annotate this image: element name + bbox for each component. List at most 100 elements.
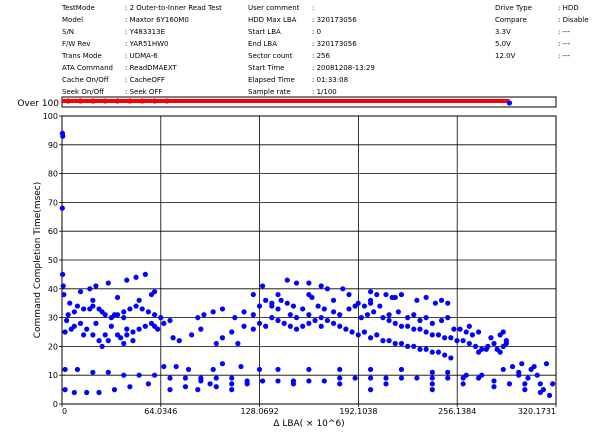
data-point [102,332,108,338]
data-point [213,340,219,347]
data-point [417,317,423,324]
y-tick-label: 0 [53,400,58,409]
data-point [485,343,491,349]
data-point [102,312,108,318]
data-point [90,303,96,309]
data-point [127,384,133,390]
data-point [346,291,352,298]
data-point [84,326,90,332]
data-point [133,303,139,309]
data-point [460,338,466,344]
y-tick-label: 60 [48,227,58,236]
data-point [519,361,525,367]
data-point [550,381,556,387]
y-tick-label: 40 [48,285,58,294]
data-point [182,384,189,390]
data-point [405,315,411,321]
data-point [358,315,364,321]
data-point [392,320,398,326]
x-tick-label: 320.1731 [518,407,556,416]
data-point [108,323,114,329]
over-100-point [151,98,158,104]
data-point [170,335,176,341]
data-point [380,315,386,321]
data-point [479,372,485,378]
data-point [229,381,235,387]
data-point [528,366,534,373]
data-point [330,320,337,326]
data-point [263,323,269,329]
data-point [60,283,66,289]
data-point [321,306,327,312]
data-point [414,375,420,381]
data-point [321,378,327,384]
data-point [60,271,66,277]
data-point [534,372,540,378]
data-point [306,320,312,326]
data-point [355,332,361,338]
data-point [398,323,405,329]
data-point [105,280,111,286]
over-100-point [102,98,108,104]
data-point [198,326,204,332]
data-point [293,280,300,286]
data-point [124,277,130,283]
data-point [275,306,281,312]
data-point [343,326,349,332]
data-point [293,315,300,321]
data-point [281,320,287,326]
data-point [81,306,87,312]
data-point [349,329,355,335]
data-point [306,280,312,286]
data-point [155,326,161,332]
data-point [185,366,192,373]
data-point [429,349,435,355]
data-point [235,340,241,347]
data-point [61,291,67,298]
data-point [84,389,90,396]
data-point [300,306,306,312]
data-point [466,323,472,329]
data-point [500,343,506,349]
data-point [96,338,102,344]
data-point [451,326,457,332]
data-point [142,323,148,329]
data-point [151,289,158,295]
data-point [256,320,263,326]
data-point [93,320,99,326]
data-point [525,375,531,381]
data-point [213,384,219,390]
data-point [278,297,284,303]
data-point [457,326,463,332]
data-point [367,300,374,306]
over-100-point [164,98,170,104]
data-point [284,277,290,283]
data-point [151,312,158,318]
data-point [497,349,503,355]
y-tick-label: 100 [43,112,58,121]
data-point [445,369,451,375]
data-point [62,366,68,373]
data-point [232,315,238,321]
y-axis-label: Command Completion Time(msec) [33,182,43,339]
data-point [176,338,182,344]
data-point [133,274,139,280]
data-point [509,363,516,370]
over-100-point [65,98,71,104]
data-point [448,335,454,341]
data-point [87,286,93,292]
data-point [475,329,482,335]
data-point [352,375,358,381]
data-point [139,306,145,312]
data-point [263,297,269,303]
data-point [371,309,377,315]
data-point [108,315,114,321]
data-point [300,323,306,329]
data-point [503,338,509,344]
y-tick-label: 10 [48,371,58,380]
data-point [65,312,71,318]
data-point [81,332,87,338]
data-point [435,332,442,338]
data-point [284,300,290,306]
data-point [161,363,167,370]
